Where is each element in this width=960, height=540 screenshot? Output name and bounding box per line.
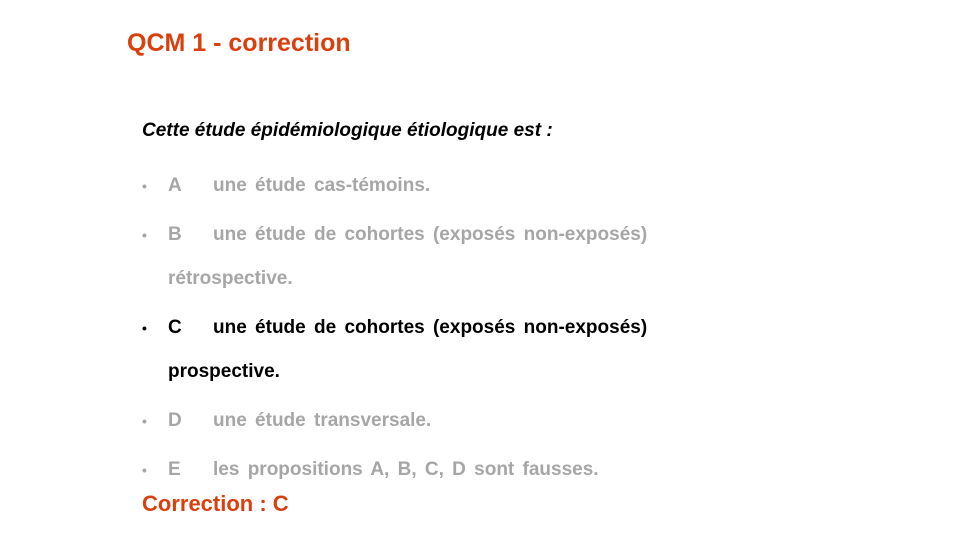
options-list: • Aune étude cas-témoins. • Bune étude d… [142, 164, 702, 497]
option-letter: C [168, 317, 182, 338]
option-letter: B [168, 224, 182, 245]
option-c: • Cune étude de cohortes (exposés non-ex… [142, 306, 702, 394]
option-e: • Eles propositions A, B, C, D sont faus… [142, 448, 702, 492]
option-text-continued: prospective. [168, 361, 280, 382]
bullet-icon: • [142, 413, 147, 429]
question-text: Cette étude épidémiologique étiologique … [142, 120, 553, 141]
option-letter: E [168, 459, 181, 480]
option-text: les propositions A, B, C, D sont fausses… [213, 459, 599, 480]
option-text: une étude de cohortes (exposés non-expos… [213, 224, 648, 245]
option-text: une étude de cohortes (exposés non-expos… [213, 317, 648, 338]
option-text-continued: rétrospective. [168, 268, 293, 289]
option-text: une étude cas-témoins. [213, 175, 431, 196]
slide-title: QCM 1 - correction [127, 29, 351, 57]
bullet-icon: • [142, 178, 147, 194]
option-letter: D [168, 410, 182, 431]
bullet-icon: • [142, 462, 147, 478]
bullet-icon: • [142, 320, 147, 336]
correction-answer: Correction : C [142, 491, 289, 516]
option-b: • Bune étude de cohortes (exposés non-ex… [142, 213, 702, 301]
bullet-icon: • [142, 227, 147, 243]
option-d: • Dune étude transversale. [142, 399, 702, 443]
option-letter: A [168, 175, 182, 196]
option-text: une étude transversale. [213, 410, 432, 431]
option-a: • Aune étude cas-témoins. [142, 164, 702, 208]
